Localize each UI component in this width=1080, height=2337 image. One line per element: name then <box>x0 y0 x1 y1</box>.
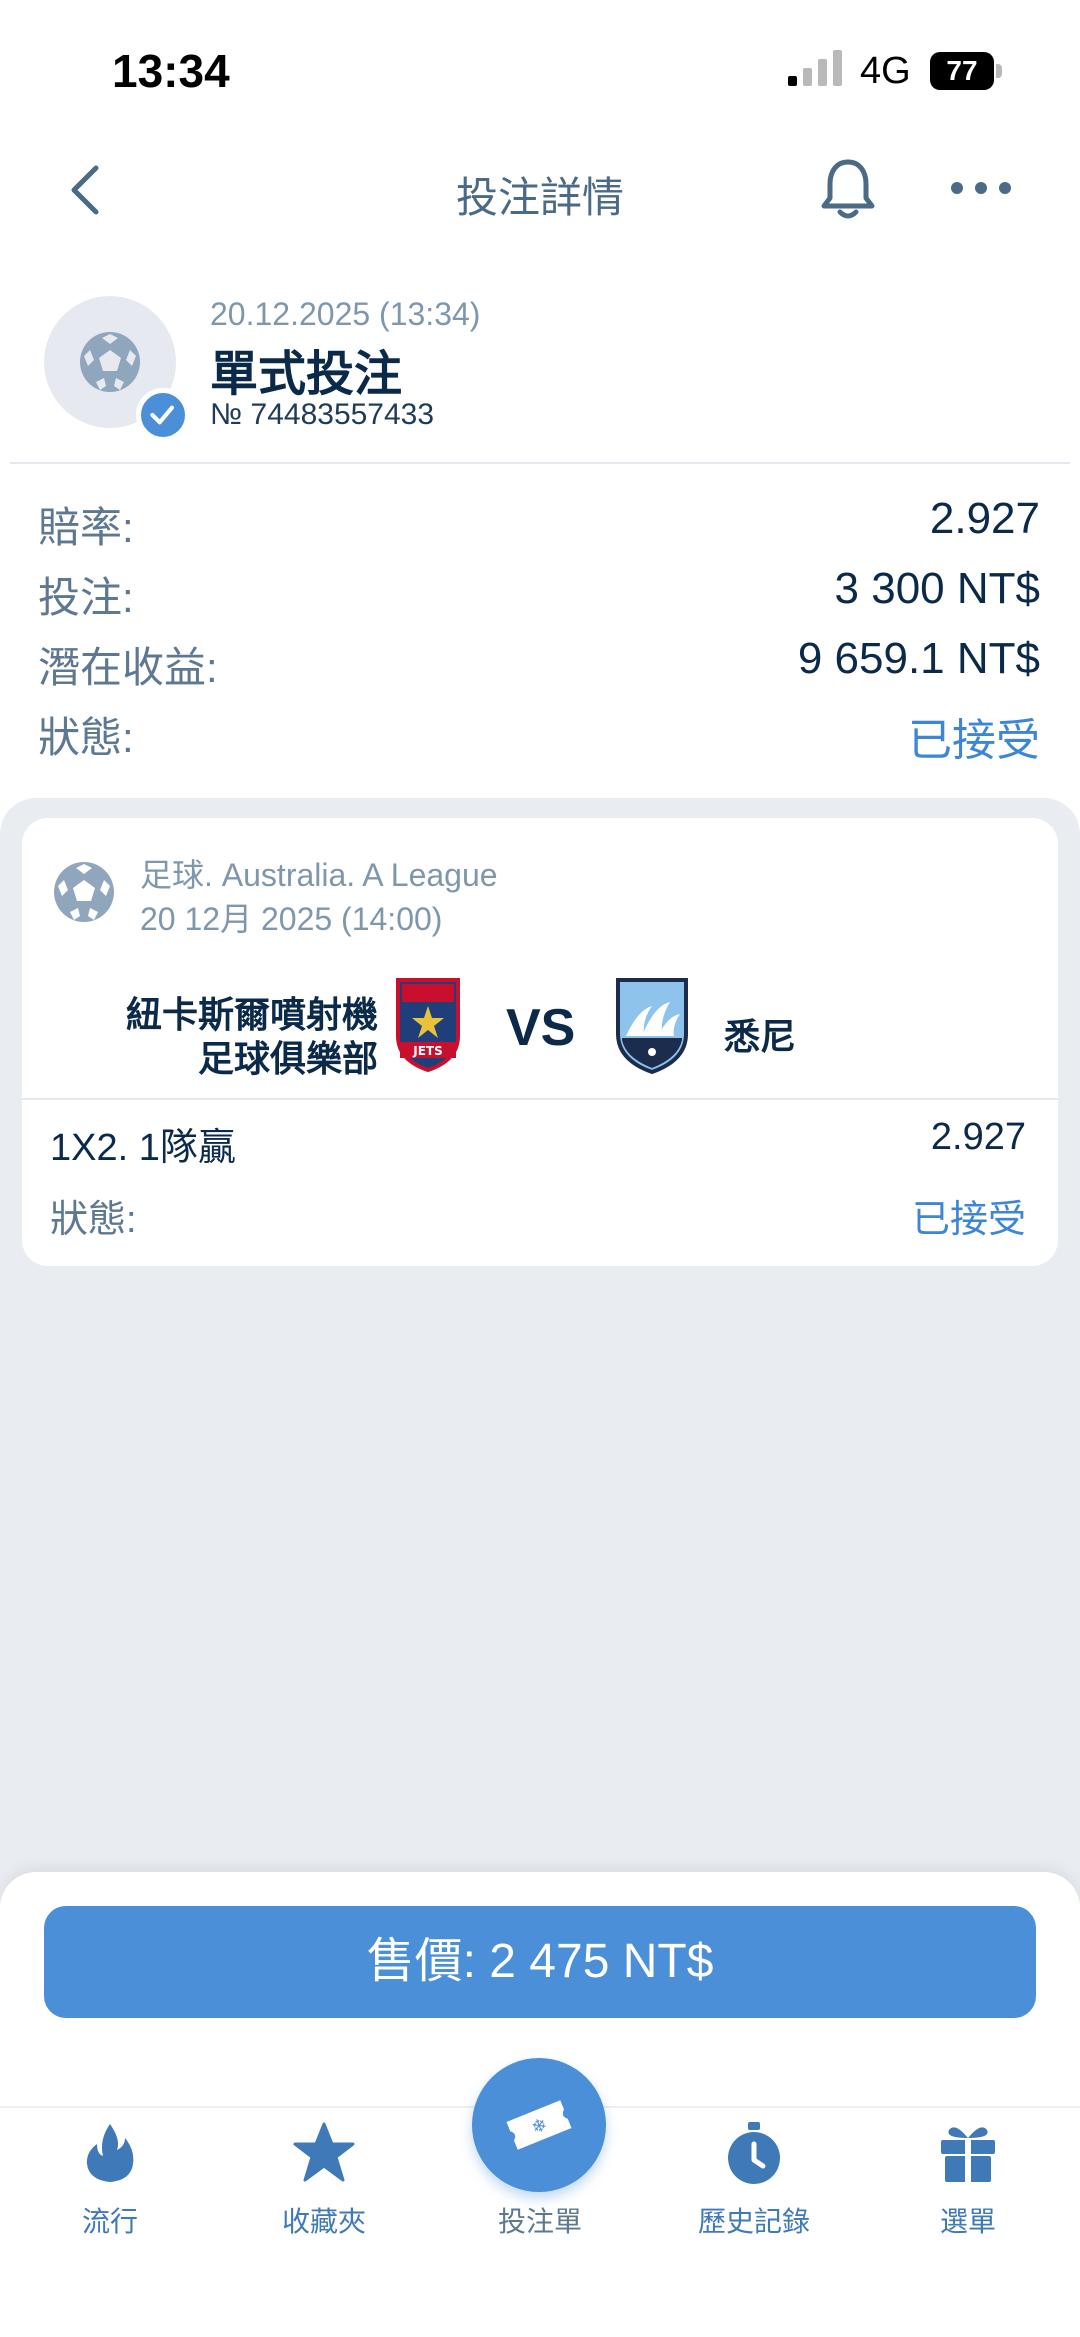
battery-icon: 77 <box>930 52 1004 90</box>
status-time: 13:34 <box>112 45 230 97</box>
versus-label: VS <box>506 999 576 1057</box>
nav-popular[interactable]: 流行 <box>20 2120 200 2240</box>
top-header: 投注詳情 <box>0 140 1080 240</box>
odds-value: 2.927 <box>929 494 1040 543</box>
divider <box>10 462 1070 464</box>
status-row: 狀態: 已接受 <box>38 704 1040 768</box>
nav-menu[interactable]: 選單 <box>878 2120 1058 2240</box>
sell-bet-button[interactable]: 售價: 2 475 NT$ <box>44 1906 1036 2018</box>
stake-row: 投注: 3 300 NT$ <box>38 564 1040 628</box>
stake-label: 投注: <box>38 574 134 621</box>
event-league: 足球. Australia. A League <box>140 857 498 893</box>
stake-value: 3 300 NT$ <box>834 564 1040 613</box>
odds-label: 賠率: <box>38 504 134 551</box>
status-label: 狀態: <box>38 714 134 761</box>
nav-betslip-button[interactable]: ❄ <box>472 2058 606 2192</box>
nav-history[interactable]: 歷史記錄 <box>664 2120 844 2240</box>
svg-text:JETS: JETS <box>412 1044 443 1058</box>
check-icon <box>136 388 190 442</box>
bell-icon[interactable] <box>818 154 878 224</box>
nav-popular-label: 流行 <box>81 2206 138 2237</box>
market-name: 1X2. 1隊贏 <box>50 1127 236 1169</box>
star-icon <box>293 2122 355 2182</box>
signal-icon <box>788 50 842 86</box>
page-title: 投注詳情 <box>455 174 624 221</box>
away-team-name: 悉尼 <box>724 1016 797 1057</box>
battery-level: 77 <box>930 52 994 90</box>
event-status-value: 已接受 <box>911 1199 1026 1241</box>
nav-history-label: 歷史記錄 <box>697 2206 810 2237</box>
nav-favorites[interactable]: 收藏夾 <box>234 2120 414 2240</box>
potential-return-value: 9 659.1 NT$ <box>797 634 1040 683</box>
status-bar: 13:34 4G 77 <box>0 0 1080 130</box>
nav-betslip-label: 投注單 <box>497 2206 582 2237</box>
bet-date: 20.12.2025 (13:34) <box>210 296 481 332</box>
odds-row: 賠率: 2.927 <box>38 494 1040 558</box>
ticket-icon: ❄ <box>506 2100 572 2150</box>
nav-favorites-label: 收藏夾 <box>281 2206 366 2237</box>
soccer-ball-icon <box>54 862 114 922</box>
nav-menu-label: 選單 <box>939 2206 996 2237</box>
potential-return-label: 潛在收益: <box>38 644 218 691</box>
network-type: 4G <box>860 50 911 92</box>
home-team-name-line2: 足球俱樂部 <box>197 1038 378 1079</box>
gift-icon <box>941 2127 995 2182</box>
sydney-fc-crest-icon <box>616 978 688 1074</box>
bet-number: № 74483557433 <box>210 398 435 431</box>
potential-return-row: 潛在收益: 9 659.1 NT$ <box>38 634 1040 698</box>
event-status-label: 狀態: <box>50 1199 137 1241</box>
event-card[interactable]: 足球. Australia. A League 20 12月 2025 (14:… <box>22 818 1058 1266</box>
divider <box>22 1098 1058 1100</box>
more-dots-icon[interactable] <box>948 168 1014 208</box>
soccer-ball-icon <box>80 332 140 392</box>
newcastle-jets-crest-icon: JETS <box>396 978 460 1073</box>
fire-icon <box>86 2124 134 2182</box>
market-odds: 2.927 <box>930 1116 1026 1158</box>
bet-type: 單式投注 <box>210 348 403 401</box>
stopwatch-icon <box>728 2122 780 2184</box>
status-value: 已接受 <box>908 716 1040 765</box>
event-date: 20 12月 2025 (14:00) <box>140 901 443 937</box>
